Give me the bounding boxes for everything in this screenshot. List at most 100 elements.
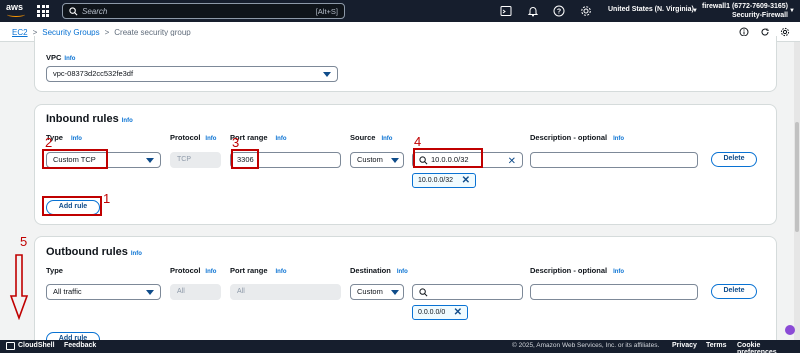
col-source-info[interactable]: Info xyxy=(381,136,392,142)
out-col-destination-info[interactable]: Info xyxy=(397,269,408,275)
annotation-box-cidr xyxy=(413,148,483,168)
outbound-description-input[interactable] xyxy=(530,284,698,300)
out-col-port-text: Port range xyxy=(230,266,268,275)
annotation-number-5: 5 xyxy=(20,234,28,249)
out-col-protocol-label: Protocol Info xyxy=(170,266,216,275)
footer-terms-link[interactable]: Terms xyxy=(706,342,727,349)
outbound-destination-value: Custom xyxy=(357,287,383,296)
assistant-bubble-icon[interactable] xyxy=(785,325,795,335)
outbound-rules-panel: Outbound rules Info Type Protocol Info Por… xyxy=(34,236,777,353)
col-description-text: Description - optional xyxy=(530,133,608,142)
outbound-token-text: 0.0.0.0/0 xyxy=(418,309,446,316)
outbound-cidr-search-input[interactable] xyxy=(412,284,523,300)
outbound-port-range-field: All xyxy=(230,284,341,300)
account-chevron-icon: ▼ xyxy=(789,8,795,14)
region-selector[interactable]: United States (N. Virginia) xyxy=(608,6,694,13)
col-protocol-text: Protocol xyxy=(170,133,201,142)
remove-token-icon[interactable]: ✕ xyxy=(462,174,470,187)
annotation-number-4: 4 xyxy=(414,134,422,149)
out-col-description-info[interactable]: Info xyxy=(613,269,624,275)
search-icon xyxy=(69,7,78,16)
chevron-down-icon xyxy=(391,158,399,163)
outbound-protocol-field: All xyxy=(170,284,221,300)
out-col-protocol-info[interactable]: Info xyxy=(205,269,216,275)
inbound-delete-button[interactable]: Delete xyxy=(711,152,757,167)
inbound-description-input[interactable] xyxy=(530,152,698,168)
outbound-port-value: All xyxy=(237,288,245,295)
col-port-info[interactable]: Info xyxy=(276,136,287,142)
outbound-info-link[interactable]: Info xyxy=(131,251,142,257)
inbound-title-text: Inbound rules xyxy=(46,113,119,125)
clear-icon[interactable]: ✕ xyxy=(508,155,516,169)
out-col-type-label: Type xyxy=(46,266,63,275)
page-scrollbar[interactable] xyxy=(794,42,800,340)
settings-icon[interactable] xyxy=(580,5,592,17)
out-col-port-info[interactable]: Info xyxy=(276,269,287,275)
vpc-select[interactable]: vpc-08373d2cc532fe3df xyxy=(46,66,338,82)
inbound-info-link[interactable]: Info xyxy=(122,118,133,124)
footer-cookie-preferences-link[interactable]: Cookie preferences xyxy=(737,342,800,353)
out-col-type-text: Type xyxy=(46,266,63,275)
aws-logo-text: aws xyxy=(6,2,24,12)
outbound-destination-select[interactable]: Custom xyxy=(350,284,404,300)
outbound-cidr-token: 0.0.0.0/0 ✕ xyxy=(412,305,468,320)
search-input[interactable]: Search [Alt+S] xyxy=(62,3,345,19)
col-protocol-label: Protocol Info xyxy=(170,133,216,142)
chevron-down-icon xyxy=(391,290,399,295)
out-col-port-range-label: Port range Info xyxy=(230,266,287,275)
scrollbar-thumb[interactable] xyxy=(795,122,799,232)
vpc-select-value: vpc-08373d2cc532fe3df xyxy=(53,69,134,78)
col-description-label: Description - optional Info xyxy=(530,133,624,142)
outbound-type-select[interactable]: All traffic xyxy=(46,284,161,300)
inbound-rules-title: Inbound rules Info xyxy=(46,113,133,125)
annotation-number-1: 1 xyxy=(103,191,111,206)
outbound-rules-title: Outbound rules Info xyxy=(46,246,142,258)
annotation-box-add-rule xyxy=(42,196,102,216)
out-col-protocol-text: Protocol xyxy=(170,266,201,275)
inbound-rules-panel: Inbound rules Info Type Info Protocol Info … xyxy=(34,104,777,225)
footer-cloudshell-link[interactable]: CloudShell xyxy=(18,342,55,349)
panel-settings-icon[interactable] xyxy=(780,27,790,37)
annotation-number-3: 3 xyxy=(232,135,240,150)
services-grid-icon[interactable] xyxy=(36,4,50,18)
footer-feedback-link[interactable]: Feedback xyxy=(64,342,96,349)
outbound-delete-button[interactable]: Delete xyxy=(711,284,757,299)
region-chevron-icon: ▼ xyxy=(692,8,698,14)
footer-privacy-link[interactable]: Privacy xyxy=(672,342,697,349)
vpc-info-link[interactable]: Info xyxy=(64,56,75,62)
inbound-protocol-field: TCP xyxy=(170,152,221,168)
top-navigation: aws Search [Alt+S] ? United States (N. V… xyxy=(0,0,800,22)
col-type-info[interactable]: Info xyxy=(71,136,82,142)
chevron-down-icon xyxy=(323,72,331,77)
vpc-label-text: VPC xyxy=(46,53,62,62)
out-col-description-label: Description - optional Info xyxy=(530,266,624,275)
aws-logo[interactable]: aws xyxy=(6,2,28,20)
scroll-down-arrow-icon xyxy=(9,254,29,320)
account-name: firewall1 (6772-7609-3165) xyxy=(702,3,788,10)
inbound-source-value: Custom xyxy=(357,155,383,164)
annotation-number-2: 2 xyxy=(45,135,53,150)
annotation-box-type xyxy=(42,149,108,169)
chevron-down-icon xyxy=(146,290,154,295)
account-menu[interactable]: firewall1 (6772-7609-3165) Security-Fire… xyxy=(702,2,788,20)
inbound-source-select[interactable]: Custom xyxy=(350,152,404,168)
col-source-text: Source xyxy=(350,133,376,142)
inbound-cidr-token: 10.0.0.0/32 ✕ xyxy=(412,173,476,188)
search-icon xyxy=(419,288,428,297)
inbound-token-text: 10.0.0.0/32 xyxy=(418,177,454,184)
col-protocol-info[interactable]: Info xyxy=(205,136,216,142)
breadcrumb-ec2[interactable]: EC2 xyxy=(12,28,28,37)
bell-icon[interactable] xyxy=(527,5,539,17)
footer-bar: CloudShell Feedback © 2025, Amazon Web S… xyxy=(0,340,800,353)
col-description-info[interactable]: Info xyxy=(613,136,624,142)
vpc-panel: VPC Info vpc-08373d2cc532fe3df xyxy=(34,36,777,92)
svg-text:?: ? xyxy=(557,9,561,16)
out-col-destination-label: Destination Info xyxy=(350,266,408,275)
cloudshell-icon[interactable] xyxy=(500,5,512,17)
remove-token-icon[interactable]: ✕ xyxy=(454,306,462,319)
outbound-type-value: All traffic xyxy=(53,287,82,296)
account-role: Security-Firewall xyxy=(731,12,788,19)
chevron-down-icon xyxy=(146,158,154,163)
help-icon[interactable]: ? xyxy=(553,5,565,17)
outbound-title-text: Outbound rules xyxy=(46,246,128,258)
